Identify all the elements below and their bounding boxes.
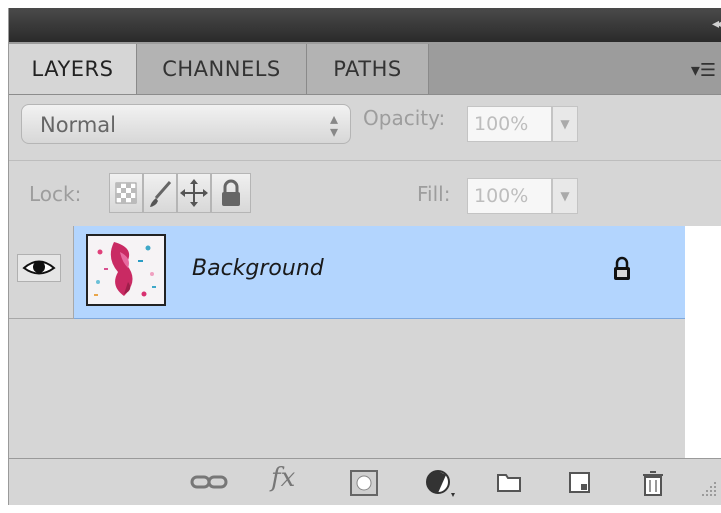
lock-fill-row: Lock: Fill: 100% ▼ (9, 160, 721, 227)
bottom-toolbar: fx (9, 458, 721, 505)
layer-thumbnail (86, 234, 166, 306)
fx-icon[interactable]: fx (271, 463, 295, 493)
panel-menu-icon[interactable]: ▾☰ (691, 60, 716, 81)
tab-channels[interactable]: CHANNELS (137, 44, 307, 94)
checker-icon (115, 182, 137, 204)
opacity-field[interactable]: 100% (467, 106, 552, 142)
updown-arrows-icon: ▴ ▾ (329, 109, 338, 141)
collapse-arrows-icon[interactable]: ◂◂ (712, 16, 721, 32)
layer-row-background[interactable]: Background (74, 226, 685, 319)
opacity-dropdown-arrow[interactable]: ▼ (552, 106, 578, 142)
layers-list: Background (9, 226, 685, 458)
padlock-icon (222, 179, 240, 206)
visibility-column (9, 226, 74, 319)
move-arrows-icon (180, 179, 208, 207)
fill-dropdown-arrow[interactable]: ▼ (552, 178, 578, 214)
blend-opacity-row: Normal ▴ ▾ Opacity: 100% ▼ (9, 94, 721, 161)
lock-label: Lock: (29, 182, 82, 206)
new-layer-icon[interactable] (567, 469, 593, 499)
tab-paths[interactable]: PATHS (307, 44, 429, 94)
layers-panel: ◂◂ LAYERS CHANNELS PATHS ▾☰ Normal ▴ ▾ Op… (8, 8, 721, 505)
opacity-label: Opacity: (363, 106, 446, 130)
panel-titlebar[interactable]: ◂◂ (9, 8, 721, 42)
fill-field[interactable]: 100% (467, 178, 552, 214)
new-group-icon[interactable] (495, 469, 523, 499)
layers-scrollbar[interactable] (685, 226, 721, 458)
visibility-toggle[interactable] (17, 254, 61, 282)
eye-icon (22, 260, 56, 275)
lock-all-button[interactable] (211, 173, 251, 213)
resize-grip-icon[interactable] (699, 479, 719, 503)
blend-mode-value: Normal (40, 113, 116, 137)
trash-icon[interactable] (641, 469, 665, 501)
tab-bar: LAYERS CHANNELS PATHS (9, 42, 721, 95)
fill-label: Fill: (417, 182, 451, 206)
blend-mode-select[interactable]: Normal ▴ ▾ (21, 104, 351, 144)
link-layers-icon[interactable] (189, 469, 229, 499)
lock-transparent-pixels-button[interactable] (109, 173, 143, 213)
thumbnail-image (88, 236, 164, 304)
adjustment-layer-icon[interactable] (425, 469, 461, 503)
lock-position-button[interactable] (177, 173, 211, 213)
brush-icon (150, 181, 172, 207)
lock-image-pixels-button[interactable] (143, 173, 177, 213)
layer-mask-icon[interactable] (349, 469, 379, 501)
layer-name: Background (192, 256, 324, 281)
tab-layers[interactable]: LAYERS (9, 44, 137, 94)
layer-lock-icon (612, 256, 632, 286)
